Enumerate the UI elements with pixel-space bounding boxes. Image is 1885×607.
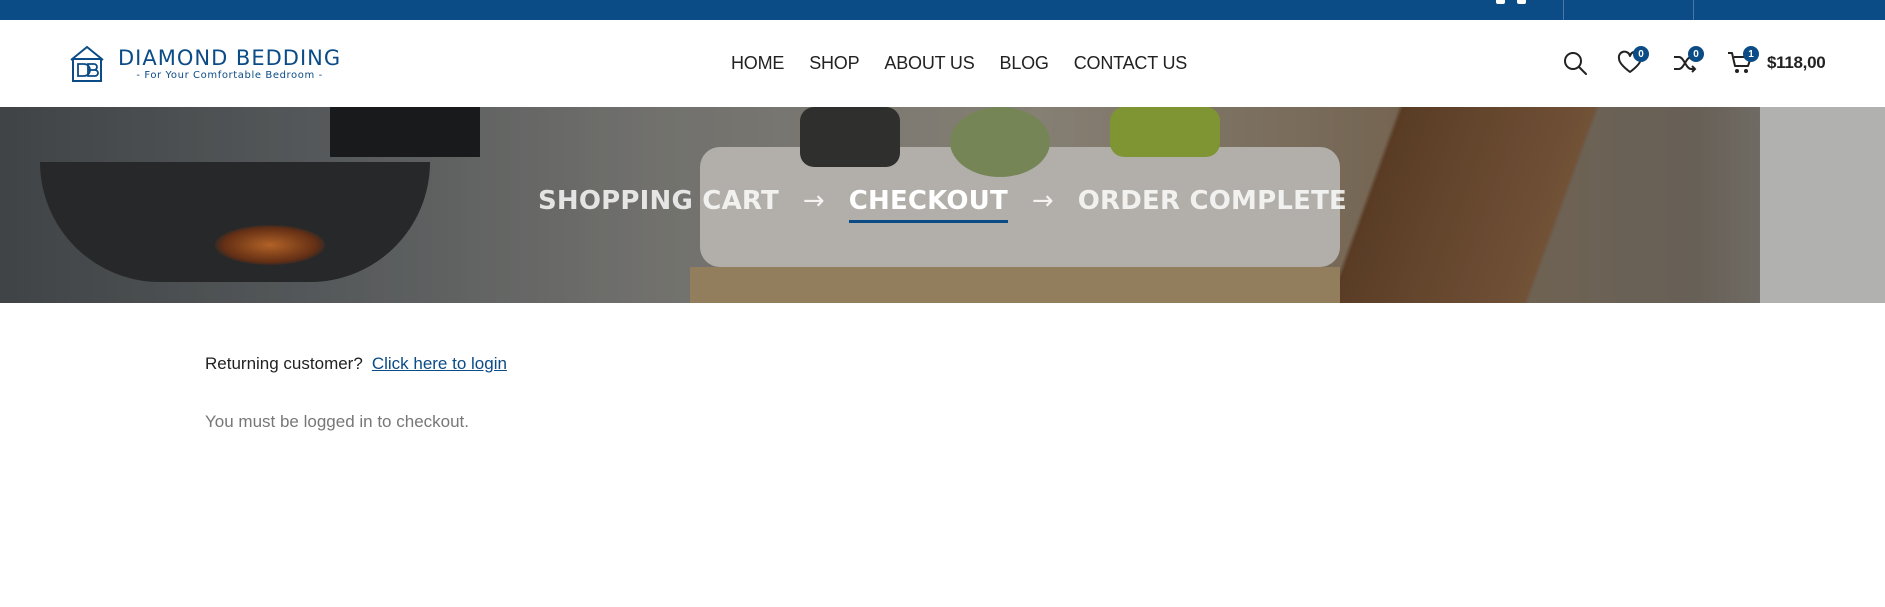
cart-button[interactable]: 1 — [1725, 46, 1759, 78]
arrow-right-icon: → — [802, 186, 825, 216]
checkout-content: Returning customer? Click here to login … — [205, 354, 507, 432]
main-nav: HOME SHOP ABOUT US BLOG CONTACT US — [731, 52, 1187, 74]
topbar-divider — [1693, 0, 1694, 20]
cart-widget[interactable]: 1 $118,00 — [1725, 46, 1826, 78]
nav-item-about-us[interactable]: ABOUT US — [884, 52, 974, 74]
wishlist-button[interactable]: 0 — [1615, 46, 1649, 78]
cart-count-badge: 1 — [1743, 46, 1759, 62]
search-button[interactable] — [1560, 48, 1590, 78]
site-logo[interactable]: DIAMOND BEDDING - For Your Comfortable B… — [68, 44, 341, 84]
cart-total[interactable]: $118,00 — [1767, 53, 1826, 73]
checkout-steps: SHOPPING CART → CHECKOUT → ORDER COMPLET… — [0, 186, 1885, 223]
step-order-complete: ORDER COMPLETE — [1077, 186, 1347, 216]
checkout-login-required-message: You must be logged in to checkout. — [205, 412, 469, 431]
social-icons — [1496, 0, 1526, 4]
wishlist-count-badge: 0 — [1633, 46, 1649, 62]
nav-item-contact-us[interactable]: CONTACT US — [1074, 52, 1188, 74]
step-checkout[interactable]: CHECKOUT — [848, 186, 1009, 223]
step-shopping-cart[interactable]: SHOPPING CART — [538, 186, 779, 216]
nav-item-home[interactable]: HOME — [731, 52, 784, 74]
header-tools: 0 0 1 $118,00 — [1560, 46, 1826, 78]
compare-button[interactable]: 0 — [1670, 46, 1704, 78]
page-title-banner: SHOPPING CART → CHECKOUT → ORDER COMPLET… — [0, 107, 1885, 303]
login-link[interactable]: Click here to login — [372, 354, 507, 374]
search-icon — [1564, 52, 1587, 75]
arrow-right-icon: → — [1031, 186, 1054, 216]
nav-item-blog[interactable]: BLOG — [1000, 52, 1049, 74]
facebook-icon[interactable] — [1496, 0, 1505, 4]
returning-customer-text: Returning customer? — [205, 354, 363, 373]
login-notice: Returning customer? Click here to login — [205, 354, 507, 374]
instagram-icon[interactable] — [1517, 0, 1526, 4]
logo-text: DIAMOND BEDDING - For Your Comfortable B… — [118, 47, 341, 81]
brand-name: DIAMOND BEDDING — [118, 46, 342, 70]
brand-tagline: - For Your Comfortable Bedroom - — [136, 70, 323, 81]
site-header: DIAMOND BEDDING - For Your Comfortable B… — [0, 20, 1885, 107]
house-logo-icon — [70, 45, 104, 82]
compare-count-badge: 0 — [1688, 46, 1704, 62]
topbar-divider — [1563, 0, 1564, 20]
nav-item-shop[interactable]: SHOP — [809, 52, 859, 74]
top-bar — [0, 0, 1885, 20]
